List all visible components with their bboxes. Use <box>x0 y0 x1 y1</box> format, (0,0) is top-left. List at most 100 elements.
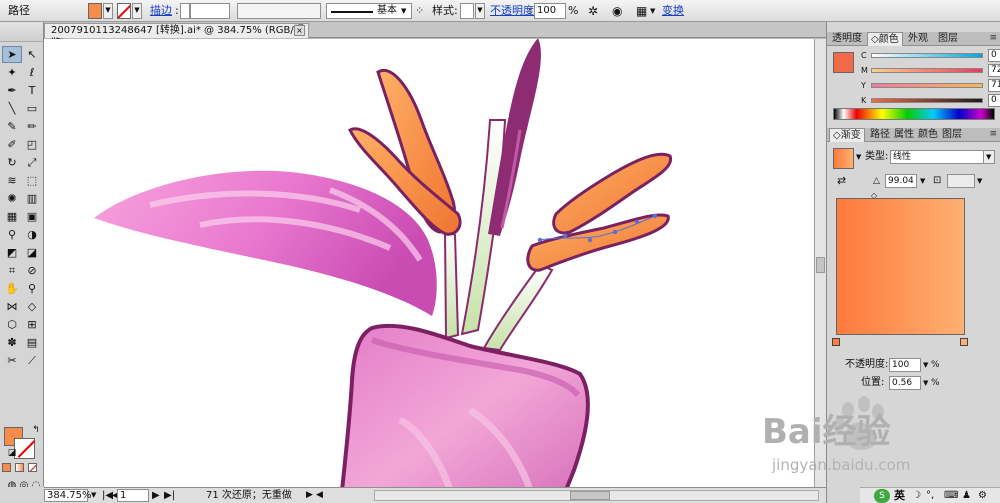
zoom-icon[interactable]: ⚲ <box>22 280 42 297</box>
style-swatch[interactable] <box>460 3 474 19</box>
direct-selection-icon[interactable]: ↖ <box>22 46 42 63</box>
horizontal-scrollbar[interactable] <box>374 490 819 501</box>
live-paint-select-icon[interactable]: ◪ <box>22 244 42 261</box>
stop-opacity-field[interactable]: 100 <box>889 358 921 372</box>
type-icon[interactable]: T <box>22 82 42 99</box>
ime-logo-icon[interactable]: S <box>874 489 890 503</box>
gradient-type-select[interactable]: 线性 <box>890 150 984 164</box>
stroke-swatch[interactable] <box>117 3 131 19</box>
gradient-ramp-preview[interactable] <box>836 198 965 335</box>
ime-mode[interactable]: 英 <box>894 489 905 503</box>
rotate-icon[interactable]: ↻ <box>2 154 22 171</box>
scissors-icon[interactable]: ✂ <box>2 352 22 369</box>
free-transform-icon[interactable]: ⬚ <box>22 172 42 189</box>
artboard-number-field[interactable]: 1 <box>117 489 149 502</box>
none-mode-button[interactable] <box>28 463 37 472</box>
fill-dropdown[interactable]: ▼ <box>103 3 113 19</box>
punctuation-icon[interactable]: °, <box>926 489 934 503</box>
tab-layers[interactable]: 图层 <box>935 32 961 46</box>
value-k[interactable]: 0 <box>988 94 1000 107</box>
aspect-ratio-dropdown[interactable]: ▼ <box>977 174 982 188</box>
reverse-gradient-icon[interactable]: ⇄ <box>837 174 846 188</box>
next-artboard-button[interactable]: ▶ <box>152 489 160 502</box>
tab-attributes[interactable]: 属性 <box>891 128 917 142</box>
brush-definition[interactable]: 基本 ▼ <box>326 3 412 19</box>
artboard-icon[interactable]: ⊞ <box>22 316 42 333</box>
slider-y[interactable] <box>871 83 983 88</box>
align-dropdown[interactable]: ▼ <box>650 3 655 19</box>
tab-appearance[interactable]: 外观 <box>905 32 931 46</box>
gradient-stop-left[interactable] <box>832 338 840 346</box>
gradient-preset-dropdown[interactable]: ▼ <box>856 150 861 164</box>
mesh-icon[interactable]: ▦ <box>2 208 22 225</box>
warp-icon[interactable]: ≋ <box>2 172 22 189</box>
blend-icon[interactable]: ◑ <box>22 226 42 243</box>
selection-icon[interactable]: ➤ <box>2 46 22 63</box>
value-y[interactable]: 71.52 <box>988 79 1000 92</box>
tools-panel-grip[interactable] <box>0 22 43 42</box>
magic-wand-icon[interactable]: ✦ <box>2 64 22 81</box>
style-dropdown[interactable]: ▼ <box>475 3 485 19</box>
color-fill-swatch[interactable] <box>833 52 854 73</box>
perspective-icon[interactable]: ⬡ <box>2 316 22 333</box>
shape-builder-icon[interactable]: ◇ <box>22 298 42 315</box>
tab-color[interactable]: ◇颜色 <box>867 32 903 46</box>
blob-brush-icon[interactable]: ✐ <box>2 136 22 153</box>
stroke-weight-field[interactable] <box>190 3 230 19</box>
align-icon[interactable]: ▦ <box>636 3 647 19</box>
close-tab-icon[interactable]: × <box>294 25 305 36</box>
crop-icon[interactable]: ⌗ <box>2 262 22 279</box>
slice-icon[interactable]: ⊘ <box>22 262 42 279</box>
tab-layers-2[interactable]: 图层 <box>939 128 965 142</box>
style-options-icon[interactable]: ⁘ <box>415 3 424 19</box>
angle-dropdown[interactable]: ▼ <box>920 174 925 188</box>
line-icon[interactable]: ╲ <box>2 100 22 117</box>
value-c[interactable]: 0 <box>988 49 1000 62</box>
lasso-icon[interactable]: ℓ <box>22 64 42 81</box>
symbol-icon[interactable]: ✽ <box>2 334 22 351</box>
width-icon[interactable]: ⋈ <box>2 298 22 315</box>
keyboard-icon[interactable]: ⌨ <box>944 489 958 503</box>
artboard-canvas[interactable] <box>44 39 814 487</box>
slider-m[interactable] <box>871 68 983 73</box>
stroke-dropdown[interactable]: ▼ <box>132 3 142 19</box>
gradient-icon[interactable]: ▣ <box>22 208 42 225</box>
stroke-weight-spin[interactable] <box>180 3 190 19</box>
hand-icon[interactable]: ✋ <box>2 280 22 297</box>
knife-icon[interactable]: ⟋ <box>22 352 42 369</box>
color-spectrum-bar[interactable] <box>833 108 995 120</box>
live-paint-icon[interactable]: ◩ <box>2 244 22 261</box>
gradient-panel-menu-icon[interactable]: ≡ <box>989 129 997 140</box>
transform-link[interactable]: 变换 <box>662 3 684 19</box>
stop-location-field[interactable]: 0.56 <box>889 376 921 390</box>
eraser-icon[interactable]: ◰ <box>22 136 42 153</box>
stop-opacity-dropdown[interactable]: ▼ <box>923 358 928 372</box>
default-colors-icon[interactable]: ◪ <box>2 445 22 462</box>
symbol-sprayer-icon[interactable]: ✺ <box>2 190 22 207</box>
stroke-link[interactable]: 描边 <box>150 3 172 19</box>
gradient-mode-button[interactable] <box>15 463 24 472</box>
panel-menu-icon[interactable]: ≡ <box>989 33 997 44</box>
opacity-field[interactable]: 100 <box>534 3 566 19</box>
zoom-field[interactable]: 384.75% <box>44 489 92 502</box>
document-tab[interactable]: 2007910113248647 [转换].ai* @ 384.75% (RGB… <box>44 23 309 49</box>
paintbrush-icon[interactable]: ✎ <box>2 118 22 135</box>
column-graph-icon[interactable]: ▥ <box>22 190 42 207</box>
tab-transparency[interactable]: 透明度 <box>829 32 865 46</box>
status-menu-arrow[interactable]: ▶ <box>306 489 313 502</box>
gradient-stop-right[interactable] <box>960 338 968 346</box>
settings-icon[interactable]: ⚙ <box>978 489 987 503</box>
slider-c[interactable] <box>871 53 983 58</box>
eyedropper-icon[interactable]: ⚲ <box>2 226 22 243</box>
half-width-icon[interactable]: ☽ <box>912 489 921 503</box>
last-artboard-button[interactable]: ▶| <box>164 489 175 502</box>
pen-icon[interactable]: ✒ <box>2 82 22 99</box>
tab-color-2[interactable]: 颜色 <box>915 128 941 142</box>
gradient-type-dropdown[interactable]: ▼ <box>983 150 995 164</box>
stop-location-dropdown[interactable]: ▼ <box>923 376 928 390</box>
variable-width-profile[interactable] <box>237 3 321 19</box>
user-icon[interactable]: ♟ <box>962 489 971 503</box>
aspect-ratio-field[interactable] <box>947 174 975 188</box>
vertical-scrollbar[interactable] <box>814 39 826 487</box>
recolor-icon[interactable]: ✲ <box>588 3 598 19</box>
